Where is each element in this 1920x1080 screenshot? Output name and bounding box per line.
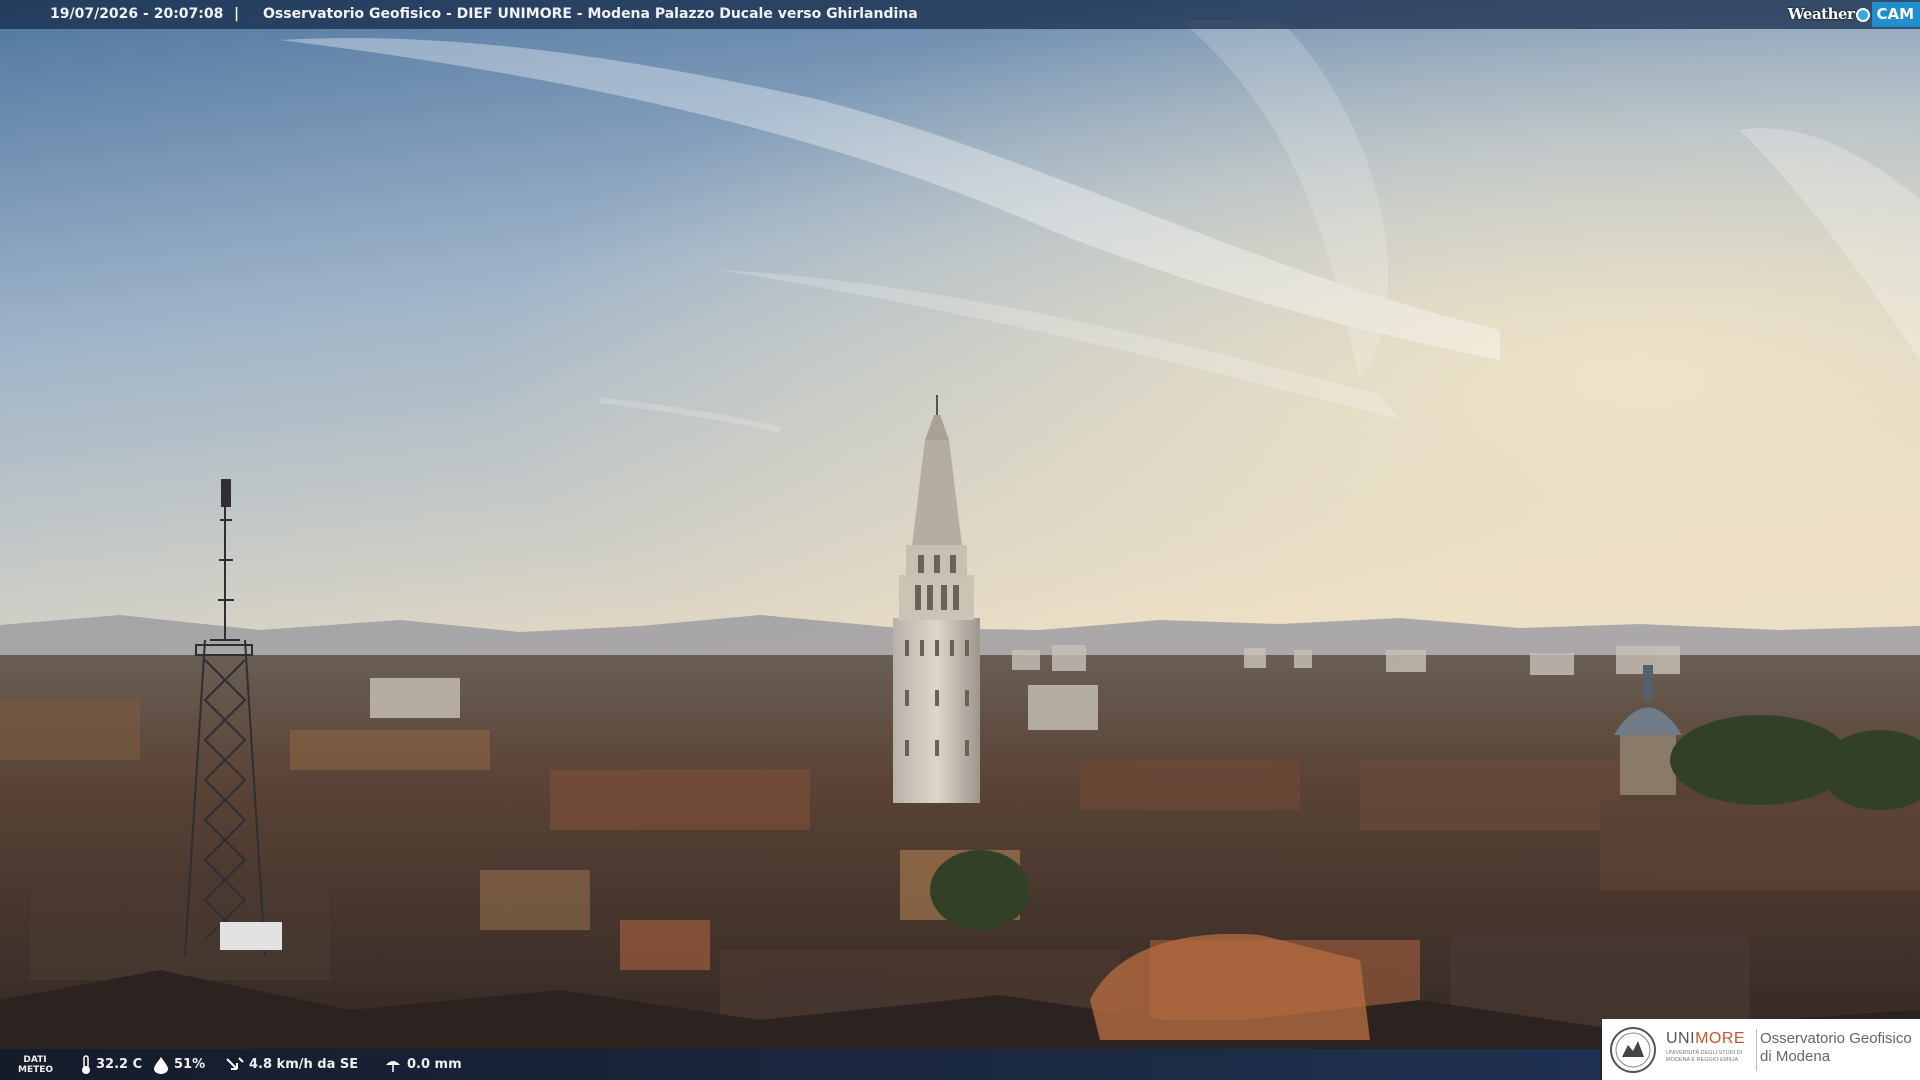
temperature-reading: 32.2 C [80, 1049, 142, 1080]
humidity-reading: 51% [152, 1049, 205, 1080]
dati-text: DATI [23, 1055, 47, 1065]
wind-reading: 4.8 km/h da SE [225, 1049, 358, 1080]
separator: | [234, 6, 240, 22]
webcam-scene [0, 0, 1920, 1080]
unimore-seal-icon [1610, 1027, 1656, 1073]
unimore-subtitle-line2: MODENA E REGGIO EMILIA [1666, 1057, 1739, 1063]
observatory-line2: di Modena [1760, 1048, 1831, 1065]
logo-divider [1756, 1029, 1757, 1071]
dati-meteo-label: DATI METEO [18, 1055, 54, 1075]
temperature-value: 32.2 C [96, 1057, 143, 1072]
unimore-logo-panel[interactable]: UNIMORE UNIVERSITÀ DEGLI STUDI DI MODENA… [1602, 1019, 1920, 1080]
weathercam-logo[interactable]: Weather CAM [1784, 0, 1920, 29]
rain-value: 0.0 mm [407, 1057, 462, 1072]
camera-lens-icon [1856, 7, 1871, 22]
humidity-value: 51% [174, 1057, 206, 1072]
observatory-line1: Osservatorio Geofisico [1760, 1030, 1912, 1047]
rain-reading: 0.0 mm [383, 1049, 462, 1080]
antenna-boxes [220, 922, 282, 950]
observatory-name: Osservatorio Geofisico di Modena [1760, 1030, 1912, 1066]
more-text: MORE [1695, 1030, 1746, 1047]
uni-text: UNI [1666, 1030, 1696, 1047]
humidity-drop-icon [154, 1056, 168, 1074]
brand-cam: CAM [1872, 2, 1920, 27]
unimore-subtitle-line1: UNIVERSITÀ DEGLI STUDI DI [1666, 1050, 1743, 1056]
camera-title: Osservatorio Geofisico - DIEF UNIMORE - … [263, 6, 918, 22]
brand-weather: Weather [1787, 5, 1855, 23]
weather-data-bar: DATI METEO 32.2 C 51% 4.8 km/h da SE 0.0… [0, 1049, 1600, 1080]
wind-value: 4.8 km/h da SE [249, 1057, 359, 1072]
top-info-bar: 19/07/2026 - 20:07:08 | Osservatorio Geo… [0, 0, 1920, 29]
unimore-wordmark: UNIMORE [1666, 1030, 1745, 1048]
thermometer-icon [82, 1054, 90, 1074]
timestamp: 19/07/2026 - 20:07:08 [50, 6, 224, 22]
meteo-text: METEO [18, 1065, 54, 1075]
rain-icon [386, 1060, 400, 1072]
wind-icon [226, 1056, 244, 1070]
unimore-subtitle: UNIVERSITÀ DEGLI STUDI DI MODENA E REGGI… [1666, 1050, 1746, 1064]
